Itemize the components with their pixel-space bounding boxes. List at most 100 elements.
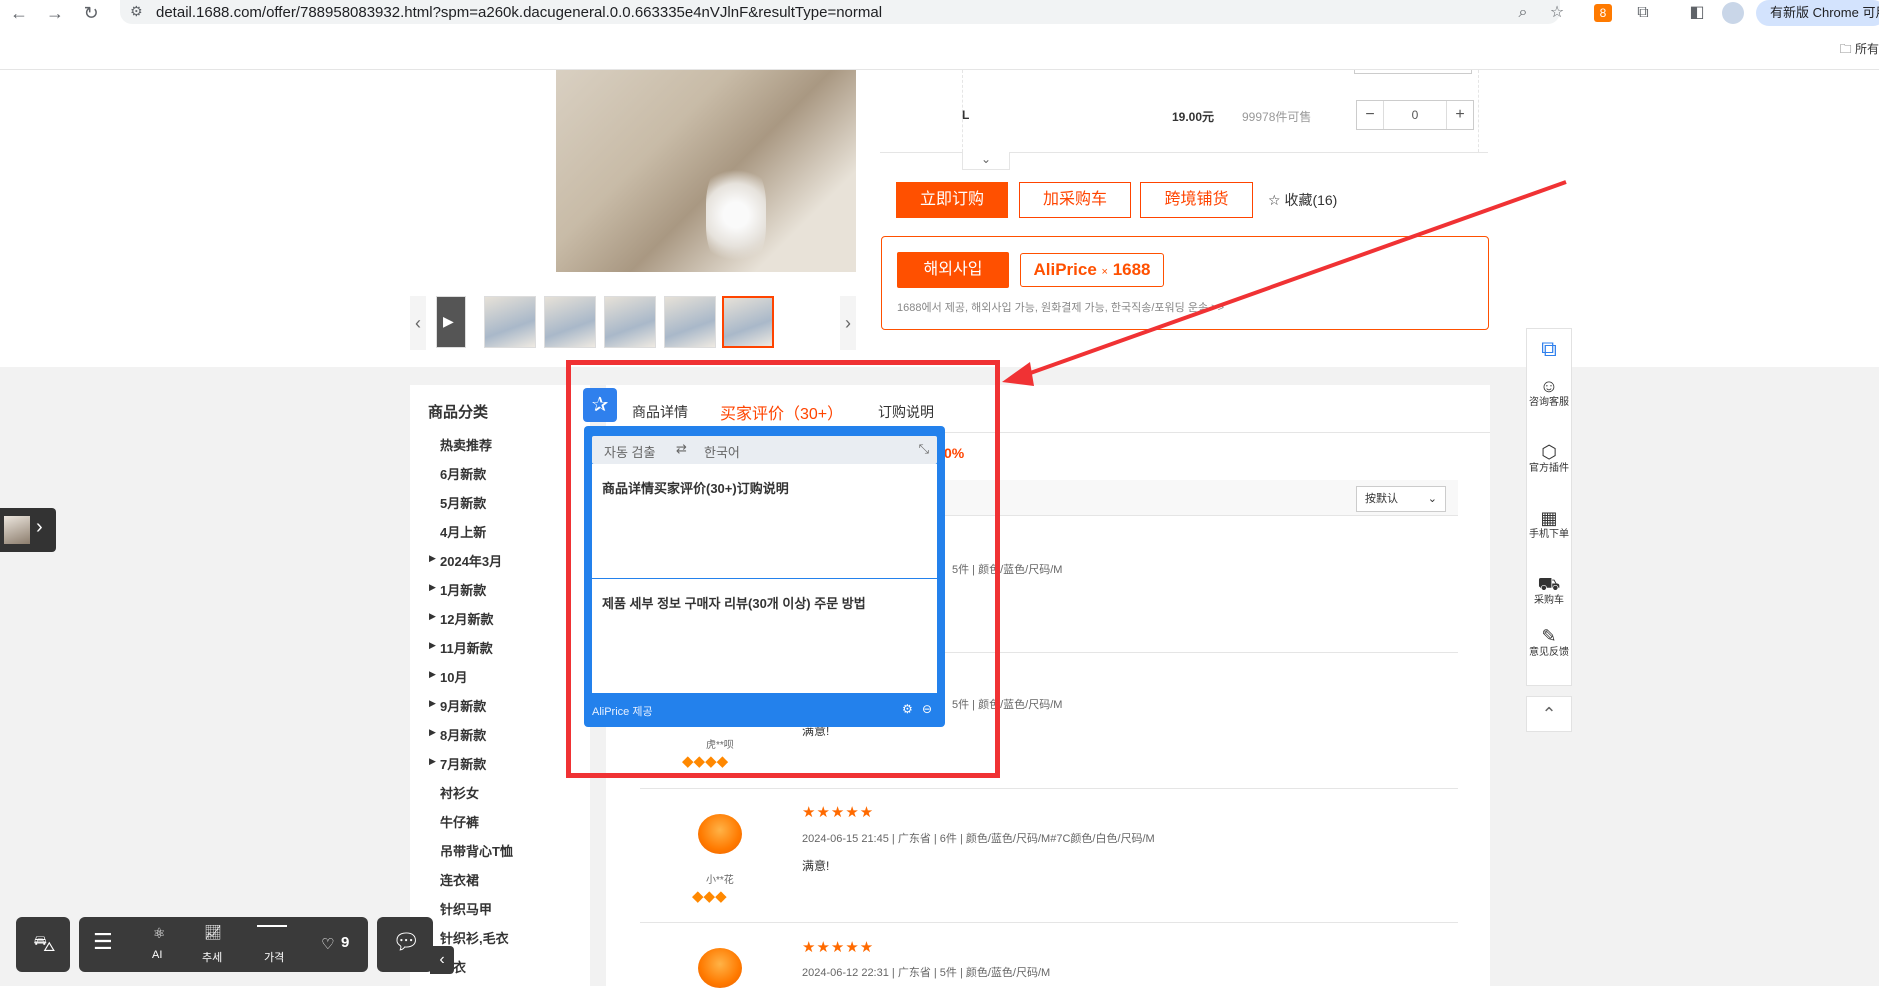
chevron-down-icon[interactable]: ⌄ — [962, 152, 1010, 170]
category-item[interactable]: 5月新款 — [440, 493, 486, 512]
rt-label: 咨询客服 — [1529, 397, 1569, 408]
customer-service-button[interactable]: ☺ 咨询客服 — [1527, 375, 1571, 409]
language-bar: 자동 검출 ⇄ 한국어 ⤡ — [592, 436, 937, 464]
buy-now-button[interactable]: 立即订购 — [896, 182, 1008, 218]
swap-icon[interactable]: ⇄ — [676, 441, 687, 457]
source-text: 商品详情买家评价(30+)订购说明 — [602, 481, 789, 496]
purchase-cart-button[interactable]: ⛟ 采购车 — [1527, 573, 1571, 607]
pin-icon[interactable]: ✰ — [583, 388, 617, 422]
category-item[interactable]: 2024年3月 — [440, 551, 502, 570]
bookmark-star-icon[interactable]: ☆ — [1546, 2, 1568, 24]
ai-icon[interactable]: ⚛ — [153, 925, 166, 942]
collapse-toolbar-icon[interactable]: ‹ — [430, 946, 454, 974]
site-info-icon[interactable]: ⚙ — [130, 3, 143, 20]
product-main-image[interactable] — [556, 70, 856, 272]
collapse-icon[interactable]: ⤡ — [919, 441, 929, 457]
quantity-value[interactable]: 0 — [1383, 101, 1447, 129]
sort-select[interactable]: 按默认 ⌄ — [1356, 486, 1446, 512]
reload-icon[interactable]: ↻ — [80, 2, 102, 24]
source-text-area[interactable]: 商品详情买家评价(30+)订购说明 — [592, 464, 937, 578]
aliprice-subtitle[interactable]: 1688에서 제공, 해외사입 가능, 원화결제 가능, 한국직송/포워딩 운송… — [897, 299, 1224, 315]
expand-triangle-icon[interactable]: ▶ — [429, 611, 436, 622]
shopping-bag-button[interactable]: ⛍ — [16, 917, 70, 972]
thumbnail[interactable] — [484, 296, 536, 348]
sku-price: 19.00元 — [1172, 110, 1215, 124]
category-item[interactable]: 1月新款 — [440, 580, 486, 599]
category-item[interactable]: 热卖推荐 — [440, 435, 492, 454]
chrome-update-button[interactable]: 有新版 Chrome 可用 — [1756, 0, 1879, 26]
expand-triangle-icon[interactable]: ▶ — [429, 727, 436, 738]
rt-label: 采购车 — [1534, 595, 1564, 606]
aliprice-1688-badge[interactable]: AliPrice × 1688 — [1020, 253, 1164, 287]
category-item[interactable]: 12月新款 — [440, 609, 493, 628]
extension-badge-icon[interactable]: 8 — [1594, 4, 1612, 22]
category-item[interactable]: 9月新款 — [440, 696, 486, 715]
browser-toolbar: ← → ↻ ⚙ detail.1688.com/offer/7889580839… — [0, 0, 1879, 70]
cross-border-button[interactable]: 跨境铺货 — [1140, 182, 1253, 218]
video-thumbnail[interactable]: ▶ — [436, 296, 466, 348]
category-item[interactable]: 连衣裙 — [440, 870, 479, 889]
chevron-up-icon: ⌃ — [1541, 704, 1557, 724]
overseas-purchase-button[interactable]: 해외사입 — [897, 252, 1009, 288]
category-item[interactable]: 针织衫,毛衣 — [440, 928, 509, 947]
thumbnail[interactable] — [664, 296, 716, 348]
thumbnail[interactable] — [544, 296, 596, 348]
chat-button[interactable]: 💬︎ — [377, 917, 433, 972]
category-item[interactable]: 衬衫女 — [440, 783, 479, 802]
category-item[interactable]: 牛仔裤 — [440, 812, 479, 831]
settings-icon[interactable]: ⚙ — [902, 702, 913, 716]
menu-icon[interactable]: ☰ — [93, 929, 113, 955]
source-language[interactable]: 자동 검출 — [604, 442, 655, 461]
plus-icon[interactable]: + — [1447, 101, 1473, 129]
expand-triangle-icon[interactable]: ▶ — [429, 669, 436, 680]
review-separator — [640, 788, 1458, 789]
target-language[interactable]: 한국어 — [704, 442, 740, 461]
shopping-bag-icon: ⛍ — [33, 931, 56, 956]
back-icon[interactable]: ← — [8, 2, 30, 24]
thumbnail[interactable] — [604, 296, 656, 348]
back-to-top-button[interactable]: ⌃ — [1526, 696, 1572, 732]
price-line-icon[interactable] — [257, 925, 287, 927]
category-item[interactable]: 8月新款 — [440, 725, 486, 744]
all-bookmarks[interactable]: 🗀 所有 — [1840, 40, 1879, 61]
minus-icon[interactable]: − — [1357, 101, 1383, 129]
expand-triangle-icon[interactable]: ▶ — [429, 582, 436, 593]
category-item[interactable]: 10月 — [440, 667, 467, 686]
trend-icon[interactable]: 📈︎ — [204, 924, 222, 941]
category-item[interactable]: 11月新款 — [440, 638, 493, 657]
favorite-button[interactable]: ☆ 收藏(16) — [1268, 190, 1337, 210]
heart-icon[interactable]: ♡ — [321, 935, 334, 953]
zoom-icon[interactable]: ⌕ — [1512, 2, 1534, 24]
thumbnail-active[interactable] — [722, 296, 774, 348]
mobile-order-button[interactable]: ▦ 手机下单 — [1527, 507, 1571, 541]
thumb-next-icon[interactable]: › — [840, 296, 856, 350]
expand-triangle-icon[interactable]: ▶ — [429, 553, 436, 564]
thumb-prev-icon[interactable]: ‹ — [410, 296, 426, 350]
chat-icon[interactable]: ⊖ — [922, 702, 932, 716]
review-meta: 2024-06-15 21:45 | 广东省 | 6件 | 颜色/蓝色/尺码/M… — [802, 833, 1155, 845]
category-item[interactable]: 4月上新 — [440, 522, 486, 541]
price-label: 가격 — [264, 952, 285, 964]
expand-triangle-icon[interactable]: ▶ — [429, 756, 436, 767]
category-item[interactable]: 7月新款 — [440, 754, 486, 773]
add-to-cart-button[interactable]: 加采购车 — [1019, 182, 1131, 218]
expand-triangle-icon[interactable]: ▶ — [429, 640, 436, 651]
extensions-icon[interactable]: ⧉ — [1632, 2, 1654, 24]
profile-avatar[interactable] — [1722, 2, 1744, 24]
translate-icon[interactable]: ⧉ — [1527, 335, 1571, 363]
category-item[interactable]: 6月新款 — [440, 464, 486, 483]
url-text: detail.1688.com/offer/788958083932.html?… — [156, 4, 883, 21]
favorite-label: 收藏(16) — [1284, 192, 1338, 208]
address-bar[interactable]: ⚙ detail.1688.com/offer/788958083932.htm… — [120, 0, 1560, 24]
sku-stock: 99978件可售 — [1242, 110, 1312, 124]
expand-triangle-icon[interactable]: ▶ — [429, 698, 436, 709]
translation-text-area: 제품 세부 정보 구매자 리뷰(30개 이상) 주문 방법 — [592, 579, 937, 693]
category-item[interactable]: 吊带背心T恤 — [440, 841, 513, 860]
side-panel-icon[interactable]: ◧ — [1686, 2, 1708, 24]
feedback-button[interactable]: ✎ 意见反馈 — [1527, 625, 1571, 659]
forward-icon[interactable]: → — [44, 2, 66, 24]
official-plugin-button[interactable]: ⬡ 官方插件 — [1527, 441, 1571, 475]
cart-icon: ⛟ — [1537, 574, 1561, 594]
category-item[interactable]: 针织马甲 — [440, 899, 492, 918]
recently-viewed-tab[interactable]: › — [0, 508, 56, 552]
